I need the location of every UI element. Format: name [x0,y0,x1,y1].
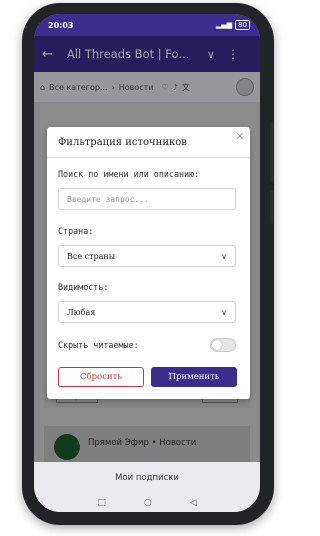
chevron-down-icon: ∨ [221,307,227,317]
country-label: Страна: [58,226,94,236]
system-nav-bar: □ ○ ◁ [34,494,260,512]
filter-modal: Фильтрация источников × Поиск по имени и… [47,127,250,399]
apply-button[interactable]: Применить [151,367,237,387]
home-circle-icon[interactable]: ○ [144,498,152,508]
phone-volume-button [270,190,274,224]
phone-screen: 20:03 ▂▄▆ 80 ← All Threads Bot | Fo... ∨… [34,14,260,512]
reset-button[interactable]: Сбросить [58,367,144,387]
visibility-select[interactable]: Любая ∨ [58,301,236,323]
visibility-value: Любая [67,307,96,317]
search-placeholder: Введите запрос... [67,194,149,204]
back-triangle-icon[interactable]: ◁ [190,498,197,508]
status-bar: 20:03 ▂▄▆ 80 [34,14,260,36]
search-label: Поиск по имени или описанию: [58,169,200,179]
country-value: Все страны [67,251,116,261]
phone-side-button [270,122,274,182]
hide-read-toggle[interactable] [210,338,236,352]
battery-icon: 80 [235,20,250,30]
recent-apps-icon[interactable]: □ [97,498,106,508]
search-input[interactable]: Введите запрос... [58,188,236,210]
signal-icon: ▂▄▆ [215,21,233,29]
status-time: 20:03 [48,20,74,30]
modal-title: Фильтрация источников [47,127,250,158]
bottom-bar-label: Мои подписки [115,473,179,483]
bottom-bar[interactable]: Мои подписки [34,462,260,494]
toggle-knob [212,340,222,350]
hide-read-label: Скрыть читаемые: [58,340,139,350]
status-icons: ▂▄▆ 80 [216,20,250,30]
chevron-down-icon: ∨ [221,251,227,261]
close-icon[interactable]: × [236,131,244,142]
country-select[interactable]: Все страны ∨ [58,245,236,267]
visibility-label: Видимость: [58,282,109,292]
